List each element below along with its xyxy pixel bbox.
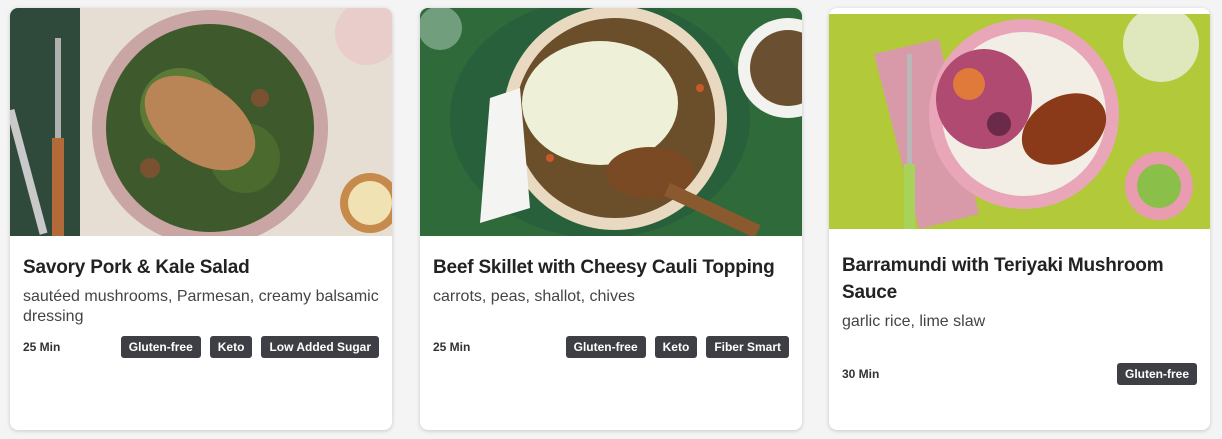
recipe-card[interactable]: Savory Pork & Kale Salad sautéed mushroo… (10, 8, 392, 430)
tag-badge: Gluten-free (565, 336, 646, 358)
recipe-photo[interactable] (829, 14, 1210, 229)
recipe-description: garlic rice, lime slaw (842, 313, 986, 330)
tag-badge: Gluten-free (120, 336, 201, 358)
recipe-card[interactable]: Beef Skillet with Cheesy Cauli Topping c… (420, 8, 802, 430)
cook-time: 25 Min (433, 340, 471, 354)
tag-badge: Keto (654, 336, 698, 358)
tag-badge: Fiber Smart (706, 336, 789, 358)
recipe-description: sautéed mushrooms, Parmesan, creamy bals… (23, 288, 379, 325)
recipe-title[interactable]: Beef Skillet with Cheesy Cauli Topping (433, 254, 789, 281)
cook-time: 25 Min (23, 340, 61, 354)
recipe-photo[interactable] (10, 8, 392, 236)
recipe-description: carrots, peas, shallot, chives (433, 288, 635, 305)
recipe-title[interactable]: Barramundi with Teriyaki Mushroom Sauce (842, 252, 1197, 306)
recipe-title[interactable]: Savory Pork & Kale Salad (23, 254, 379, 281)
tag-badge: Low Added Sugar (261, 336, 379, 358)
cook-time: 30 Min (842, 367, 880, 381)
tag-badge: Gluten-free (1116, 363, 1197, 385)
recipe-photo[interactable] (420, 8, 802, 236)
recipe-card[interactable]: Barramundi with Teriyaki Mushroom Sauce … (829, 8, 1210, 430)
tag-badge: Keto (209, 336, 253, 358)
